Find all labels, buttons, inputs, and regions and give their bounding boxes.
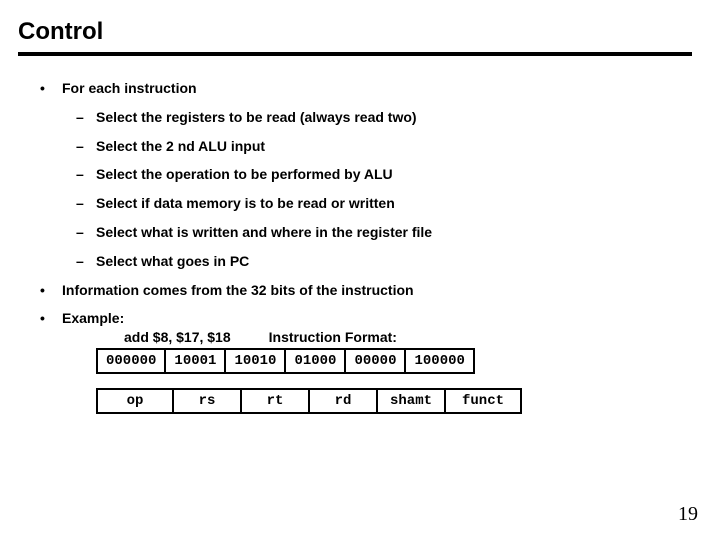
- bullet-text: For each instruction: [62, 80, 197, 97]
- field-rt-value: 10010: [225, 349, 285, 373]
- sub-text: Select what is written and where in the …: [96, 224, 432, 241]
- field-rd-value: 01000: [285, 349, 345, 373]
- field-op-name: op: [97, 389, 173, 413]
- sub-registers: – Select the registers to be read (alway…: [76, 109, 692, 126]
- bullet-marker: •: [40, 282, 62, 299]
- sub-alu-input: – Select the 2 nd ALU input: [76, 138, 692, 155]
- field-rs-value: 10001: [165, 349, 225, 373]
- field-names-table: op rs rt rd shamt funct: [96, 388, 522, 414]
- sub-text: Select the 2 nd ALU input: [96, 138, 265, 155]
- dash-marker: –: [76, 195, 96, 212]
- example-block: add $8, $17, $18 Instruction Format: 0000…: [96, 329, 692, 414]
- bullet-marker: •: [40, 80, 62, 97]
- encoding-table: 000000 10001 10010 01000 00000 100000: [96, 348, 475, 374]
- field-shamt-name: shamt: [377, 389, 445, 413]
- field-funct-value: 100000: [405, 349, 473, 373]
- sub-text: Select the operation to be performed by …: [96, 166, 393, 183]
- sub-pc: – Select what goes in PC: [76, 253, 692, 270]
- bullet-text: Information comes from the 32 bits of th…: [62, 282, 414, 299]
- field-op-value: 000000: [97, 349, 165, 373]
- bullet-text: Example:: [62, 310, 124, 327]
- sub-text: Select if data memory is to be read or w…: [96, 195, 395, 212]
- dash-marker: –: [76, 138, 96, 155]
- field-rt-name: rt: [241, 389, 309, 413]
- field-funct-name: funct: [445, 389, 521, 413]
- dash-marker: –: [76, 253, 96, 270]
- page-number: 19: [678, 503, 698, 526]
- example-heading: add $8, $17, $18 Instruction Format:: [124, 329, 692, 346]
- dash-marker: –: [76, 109, 96, 126]
- field-rd-name: rd: [309, 389, 377, 413]
- page-title: Control: [18, 18, 692, 46]
- title-rule: [18, 52, 692, 56]
- sub-regfile: – Select what is written and where in th…: [76, 224, 692, 241]
- bullet-example: • Example:: [40, 310, 692, 327]
- bullet-list: • For each instruction – Select the regi…: [18, 80, 692, 414]
- sub-alu-op: – Select the operation to be performed b…: [76, 166, 692, 183]
- example-format-label: Instruction Format:: [269, 329, 397, 345]
- field-shamt-value: 00000: [345, 349, 405, 373]
- bullet-info: • Information comes from the 32 bits of …: [40, 282, 692, 299]
- bullet-for-each: • For each instruction: [40, 80, 692, 97]
- sub-text: Select the registers to be read (always …: [96, 109, 417, 126]
- example-instruction: add $8, $17, $18: [124, 329, 231, 345]
- sub-mem: – Select if data memory is to be read or…: [76, 195, 692, 212]
- dash-marker: –: [76, 224, 96, 241]
- bullet-marker: •: [40, 310, 62, 327]
- dash-marker: –: [76, 166, 96, 183]
- field-rs-name: rs: [173, 389, 241, 413]
- sub-text: Select what goes in PC: [96, 253, 249, 270]
